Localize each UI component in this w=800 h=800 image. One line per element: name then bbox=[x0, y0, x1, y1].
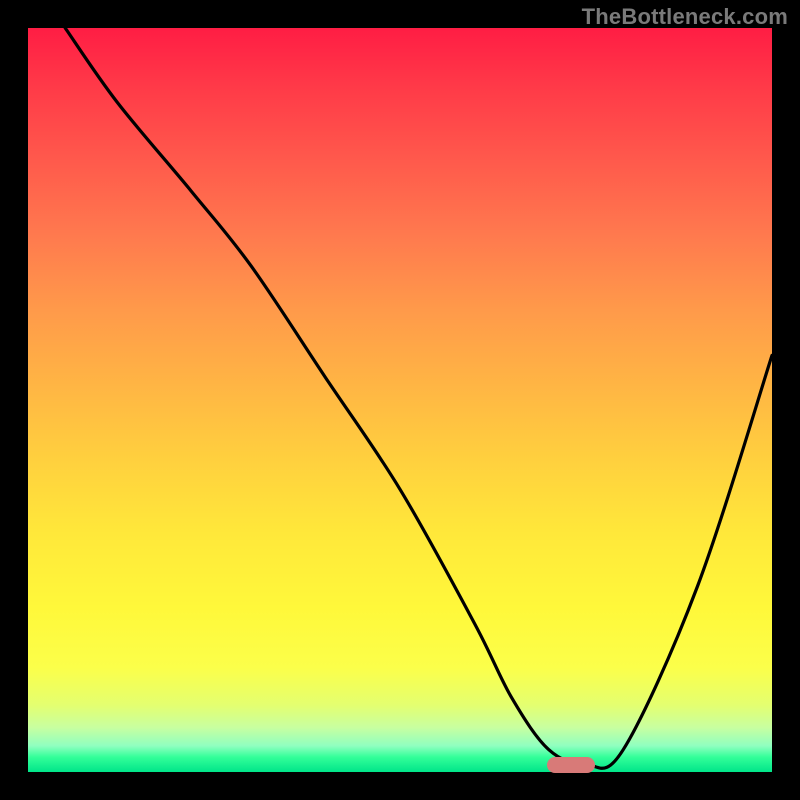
optimal-zone-marker bbox=[547, 757, 595, 773]
curve-path bbox=[65, 28, 772, 768]
plot-area bbox=[28, 28, 772, 772]
bottleneck-curve bbox=[28, 28, 772, 772]
watermark-text: TheBottleneck.com bbox=[582, 4, 788, 30]
